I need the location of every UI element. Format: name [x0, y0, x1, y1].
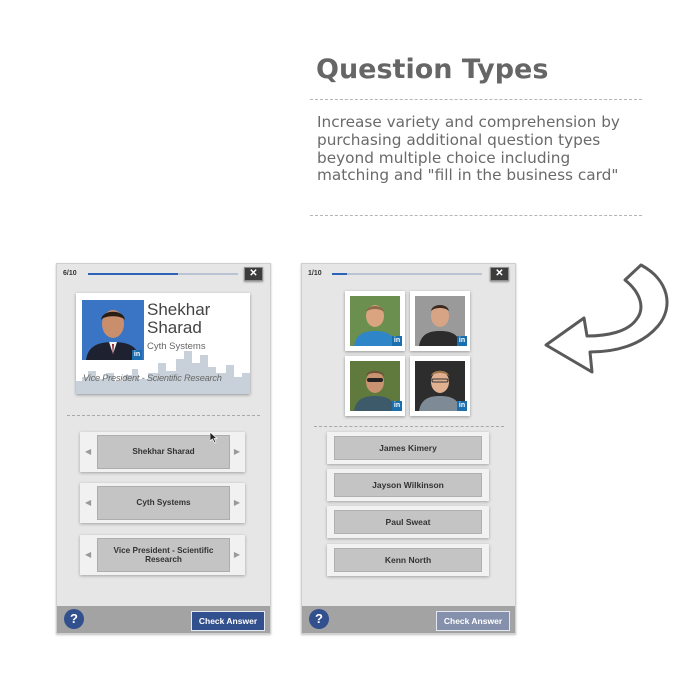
- progress-bar: [332, 273, 482, 275]
- name-option[interactable]: James Kimery: [327, 432, 489, 464]
- help-button[interactable]: ?: [64, 609, 84, 629]
- name-option[interactable]: Paul Sweat: [327, 506, 489, 538]
- section-description: Increase variety and comprehension by pu…: [317, 113, 620, 185]
- section-divider: [67, 415, 260, 416]
- progress-fill: [332, 273, 347, 275]
- bottom-bar: ? Check Answer: [302, 606, 515, 633]
- answer-tile[interactable]: ◀ Cyth Systems ▶: [80, 483, 245, 523]
- check-answer-button[interactable]: Check Answer: [191, 611, 265, 631]
- photo-tile[interactable]: in: [410, 291, 470, 351]
- name-option[interactable]: Kenn North: [327, 544, 489, 576]
- close-icon: ✕: [495, 268, 504, 279]
- card-job-title: Vice President - Scientific Research: [83, 373, 222, 383]
- linkedin-icon: in: [457, 336, 467, 346]
- linkedin-icon: in: [392, 401, 402, 411]
- photo-tile[interactable]: in: [345, 291, 405, 351]
- close-button[interactable]: ✕: [490, 267, 509, 281]
- close-button[interactable]: ✕: [244, 267, 263, 281]
- photo-matching-question-screen: 1/10 ✕ in in in in James Kimery Jayson W…: [301, 263, 516, 634]
- help-icon: ?: [315, 611, 323, 626]
- drag-left-icon: ◀: [85, 498, 92, 507]
- curved-arrow-icon: [544, 263, 669, 374]
- check-answer-button[interactable]: Check Answer: [436, 611, 510, 631]
- answer-tile-label: Cyth Systems: [97, 486, 230, 520]
- question-counter: 6/10: [63, 270, 77, 277]
- top-bar: 1/10 ✕: [302, 264, 515, 284]
- name-option-label: Paul Sweat: [334, 510, 482, 534]
- section-divider: [314, 426, 504, 427]
- business-card-question-screen: 6/10 ✕ in Shekhar Sharad Cyth Systems Vi…: [56, 263, 271, 634]
- divider-top: [310, 99, 642, 100]
- linkedin-icon: in: [457, 401, 467, 411]
- drag-right-icon: ▶: [233, 447, 240, 456]
- help-button[interactable]: ?: [309, 609, 329, 629]
- top-bar: 6/10 ✕: [57, 264, 270, 284]
- section-title: Question Types: [316, 54, 549, 85]
- drag-right-icon: ▶: [233, 498, 240, 507]
- progress-bar: [88, 273, 238, 275]
- divider-bottom: [310, 215, 642, 216]
- name-option[interactable]: Jayson Wilkinson: [327, 469, 489, 501]
- name-option-label: Jayson Wilkinson: [334, 473, 482, 497]
- answer-tile[interactable]: ◀ Shekhar Sharad ▶: [80, 432, 245, 472]
- drag-left-icon: ◀: [85, 447, 92, 456]
- photo-tile[interactable]: in: [410, 356, 470, 416]
- answer-tile[interactable]: ◀ Vice President - Scientific Research ▶: [80, 535, 245, 575]
- card-name: Shekhar Sharad: [147, 300, 211, 337]
- progress-fill: [88, 273, 178, 275]
- mouse-cursor-icon: [210, 432, 218, 444]
- answer-tile-label: Vice President - Scientific Research: [97, 538, 230, 572]
- card-company: Cyth Systems: [147, 341, 206, 352]
- name-option-label: Kenn North: [334, 548, 482, 572]
- linkedin-icon: in: [132, 350, 142, 360]
- close-icon: ✕: [249, 268, 258, 279]
- bottom-bar: ? Check Answer: [57, 606, 270, 633]
- business-card: in Shekhar Sharad Cyth Systems Vice Pres…: [76, 293, 250, 394]
- question-counter: 1/10: [308, 270, 322, 277]
- photo-tile[interactable]: in: [345, 356, 405, 416]
- drag-left-icon: ◀: [85, 550, 92, 559]
- linkedin-icon: in: [392, 336, 402, 346]
- drag-right-icon: ▶: [233, 550, 240, 559]
- help-icon: ?: [70, 611, 78, 626]
- name-option-label: James Kimery: [334, 436, 482, 460]
